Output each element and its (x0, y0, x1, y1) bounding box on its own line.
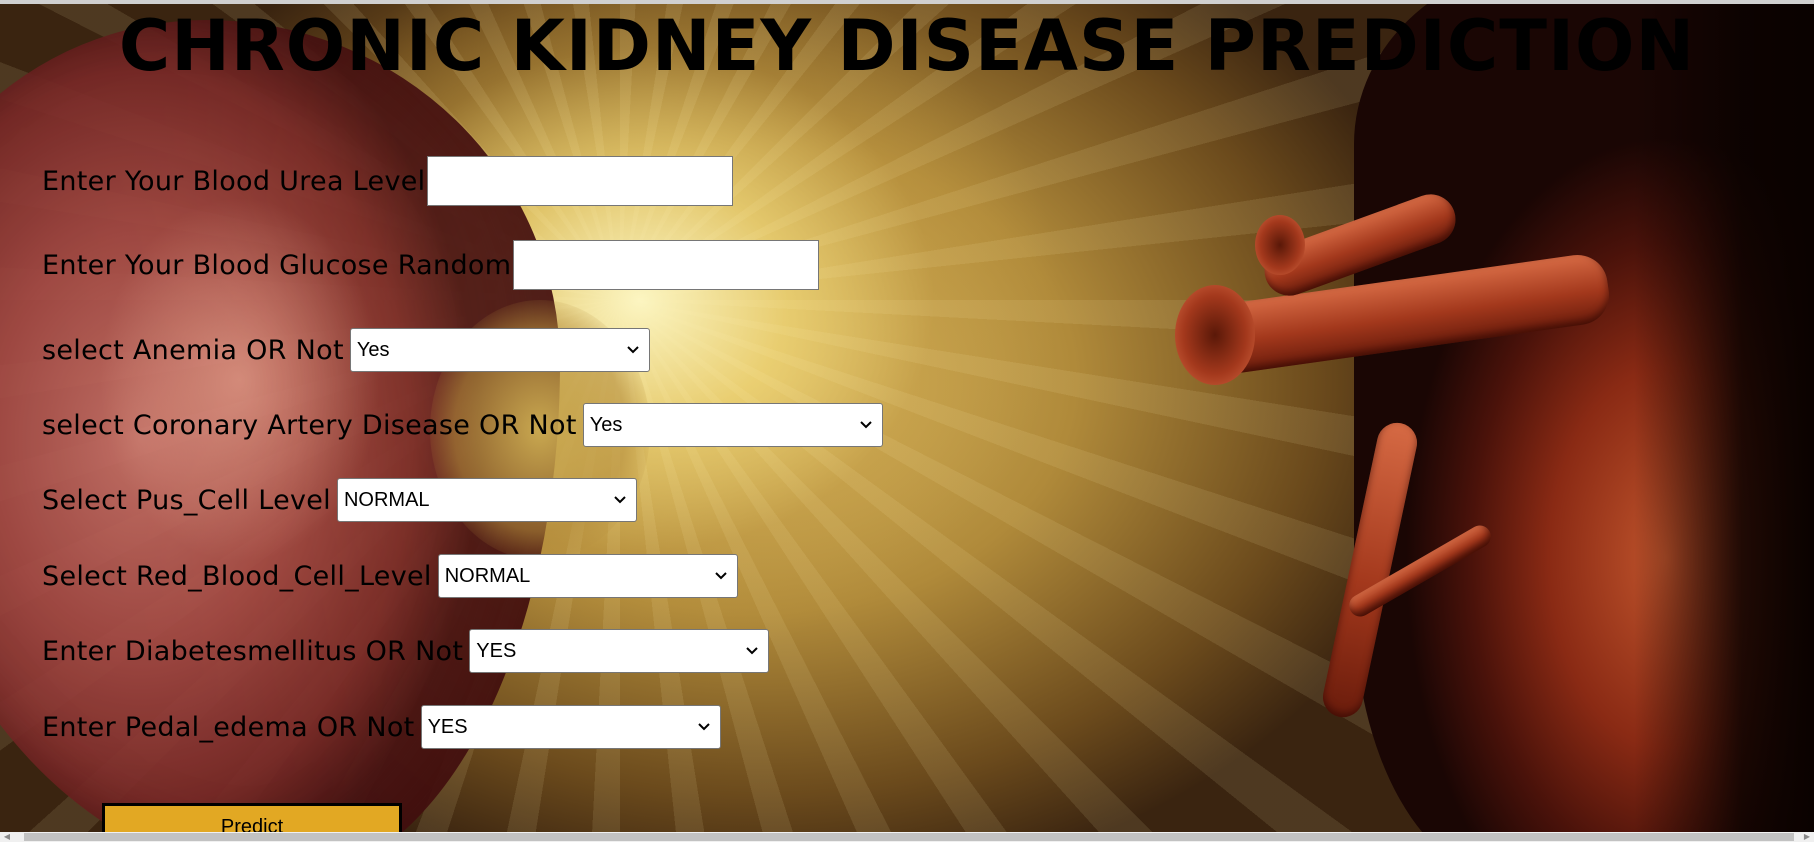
chevron-down-icon (627, 346, 639, 354)
red-blood-cell-label: Select Red_Blood_Cell_Level (42, 560, 432, 592)
blood-urea-row: Enter Your Blood Urea Level (42, 156, 734, 206)
scroll-right-arrow-icon[interactable]: ▶ (1802, 832, 1812, 842)
red-blood-cell-select-value: NORMAL (444, 564, 531, 587)
chevron-down-icon (697, 723, 710, 731)
coronary-row: select Coronary Artery Disease OR Not Ye… (42, 403, 883, 447)
diabetes-select[interactable]: YES (469, 629, 770, 673)
blood-urea-label: Enter Your Blood Urea Level (42, 165, 426, 197)
pedal-edema-select[interactable]: YES (420, 705, 721, 749)
page-title: CHRONIC KIDNEY DISEASE PREDICTION (118, 5, 1696, 87)
chevron-down-icon (614, 496, 626, 504)
red-blood-cell-select[interactable]: NORMAL (437, 554, 738, 598)
pedal-edema-select-value: YES (427, 715, 468, 738)
scrollbar-thumb[interactable] (24, 833, 1794, 841)
blood-glucose-label: Enter Your Blood Glucose Random (42, 249, 512, 281)
page: CHRONIC KIDNEY DISEASE PREDICTION Enter … (0, 0, 1814, 842)
pus-cell-row: Select Pus_Cell Level NORMAL (42, 478, 637, 522)
right-shadow (1634, 0, 1814, 842)
coronary-label: select Coronary Artery Disease OR Not (42, 409, 577, 441)
pus-cell-select-value: NORMAL (343, 488, 430, 511)
chevron-down-icon (715, 572, 727, 580)
anemia-row: select Anemia OR Not Yes (42, 328, 650, 372)
artery-opening-illustration (1175, 285, 1255, 385)
pedal-edema-row: Enter Pedal_edema OR Not YES (42, 705, 721, 749)
coronary-select-value: Yes (589, 413, 623, 436)
blood-glucose-row: Enter Your Blood Glucose Random (42, 240, 820, 290)
pus-cell-select[interactable]: NORMAL (336, 478, 637, 522)
blood-urea-input[interactable] (427, 156, 734, 206)
anemia-select-value: Yes (356, 338, 390, 361)
scroll-left-arrow-icon[interactable]: ◀ (2, 832, 12, 842)
horizontal-scrollbar[interactable]: ◀ ▶ (0, 832, 1814, 842)
anemia-label: select Anemia OR Not (42, 334, 344, 366)
chevron-down-icon (860, 421, 872, 429)
pedal-edema-label: Enter Pedal_edema OR Not (42, 711, 415, 743)
diabetes-label: Enter Diabetesmellitus OR Not (42, 635, 464, 667)
anemia-select[interactable]: Yes (349, 328, 650, 372)
chevron-down-icon (746, 647, 758, 655)
vessel-branch-opening-illustration (1255, 215, 1305, 275)
diabetes-select-value: YES (476, 639, 517, 662)
coronary-select[interactable]: Yes (582, 403, 883, 447)
red-blood-cell-row: Select Red_Blood_Cell_Level NORMAL (42, 554, 738, 598)
pus-cell-label: Select Pus_Cell Level (42, 484, 331, 516)
diabetes-row: Enter Diabetesmellitus OR Not YES (42, 629, 770, 673)
blood-glucose-input[interactable] (513, 240, 820, 290)
